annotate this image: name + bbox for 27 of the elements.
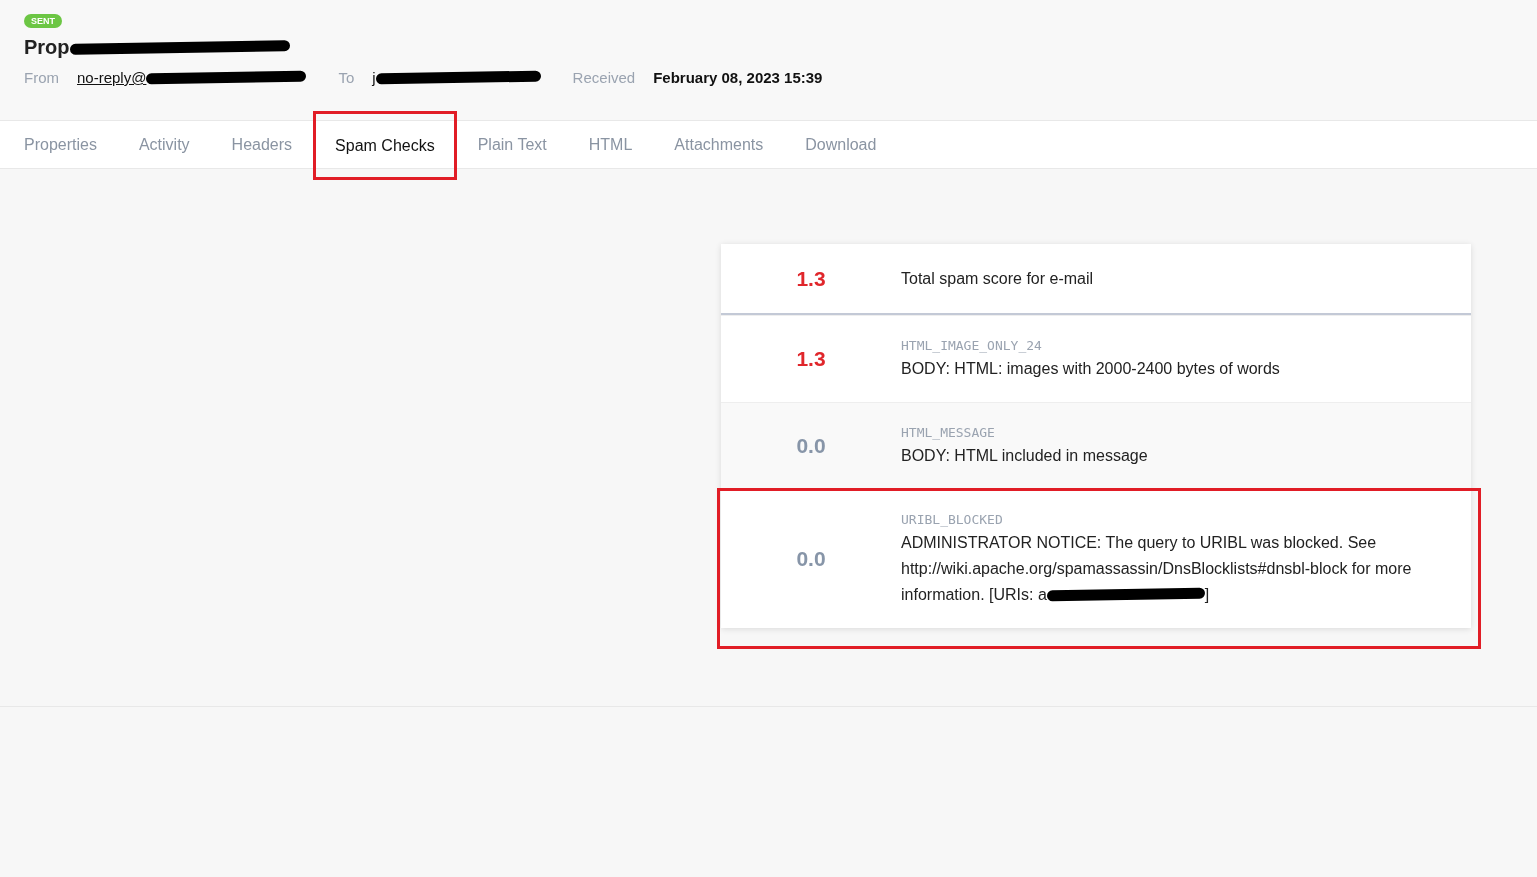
message-title: Prop <box>24 35 70 59</box>
tab[interactable]: Plain Text <box>456 121 568 168</box>
to-label: To <box>338 69 355 86</box>
rule-name: HTML_MESSAGE <box>901 424 996 442</box>
status-badge: SENT <box>24 14 62 28</box>
sender-address[interactable]: no-reply@ <box>77 69 147 86</box>
rule-name: HTML_IMAGE_ONLY_24 <box>901 337 1043 355</box>
rule-description: ADMINISTRATOR NOTICE: The query to URIBL was blocked. See http://wiki.apache.org/spamassassin/DnsBlocklists#dnsbl-block for more information. [URIs: a ] <box>901 533 1413 605</box>
tab[interactable]: Spam Checks <box>313 111 457 180</box>
tab[interactable]: Attachments <box>653 121 785 168</box>
tab[interactable]: Download <box>784 121 898 168</box>
tab[interactable]: Headers <box>210 121 314 168</box>
spam-score: 1.3 <box>795 266 827 291</box>
spam-score: 0.0 <box>795 547 827 571</box>
received-date: February 08, 2023 15:39 <box>653 69 823 86</box>
spam-score: 0.0 <box>795 434 827 458</box>
rule-description: BODY: HTML: images with 2000-2400 bytes of words <box>901 359 1280 379</box>
total-score-label: Total spam score for e-mail <box>901 268 1095 289</box>
spam-score: 1.3 <box>795 347 827 371</box>
from-label: From <box>24 69 59 86</box>
rule-description: BODY: HTML included in message <box>901 446 1148 466</box>
tab[interactable]: Properties <box>0 121 118 168</box>
recipient-address[interactable]: j <box>372 69 376 86</box>
rule-name: URIBL_BLOCKED <box>901 511 1004 529</box>
received-label: Received <box>572 69 636 86</box>
tab[interactable]: Activity <box>117 121 211 168</box>
tab[interactable]: HTML <box>567 121 654 168</box>
